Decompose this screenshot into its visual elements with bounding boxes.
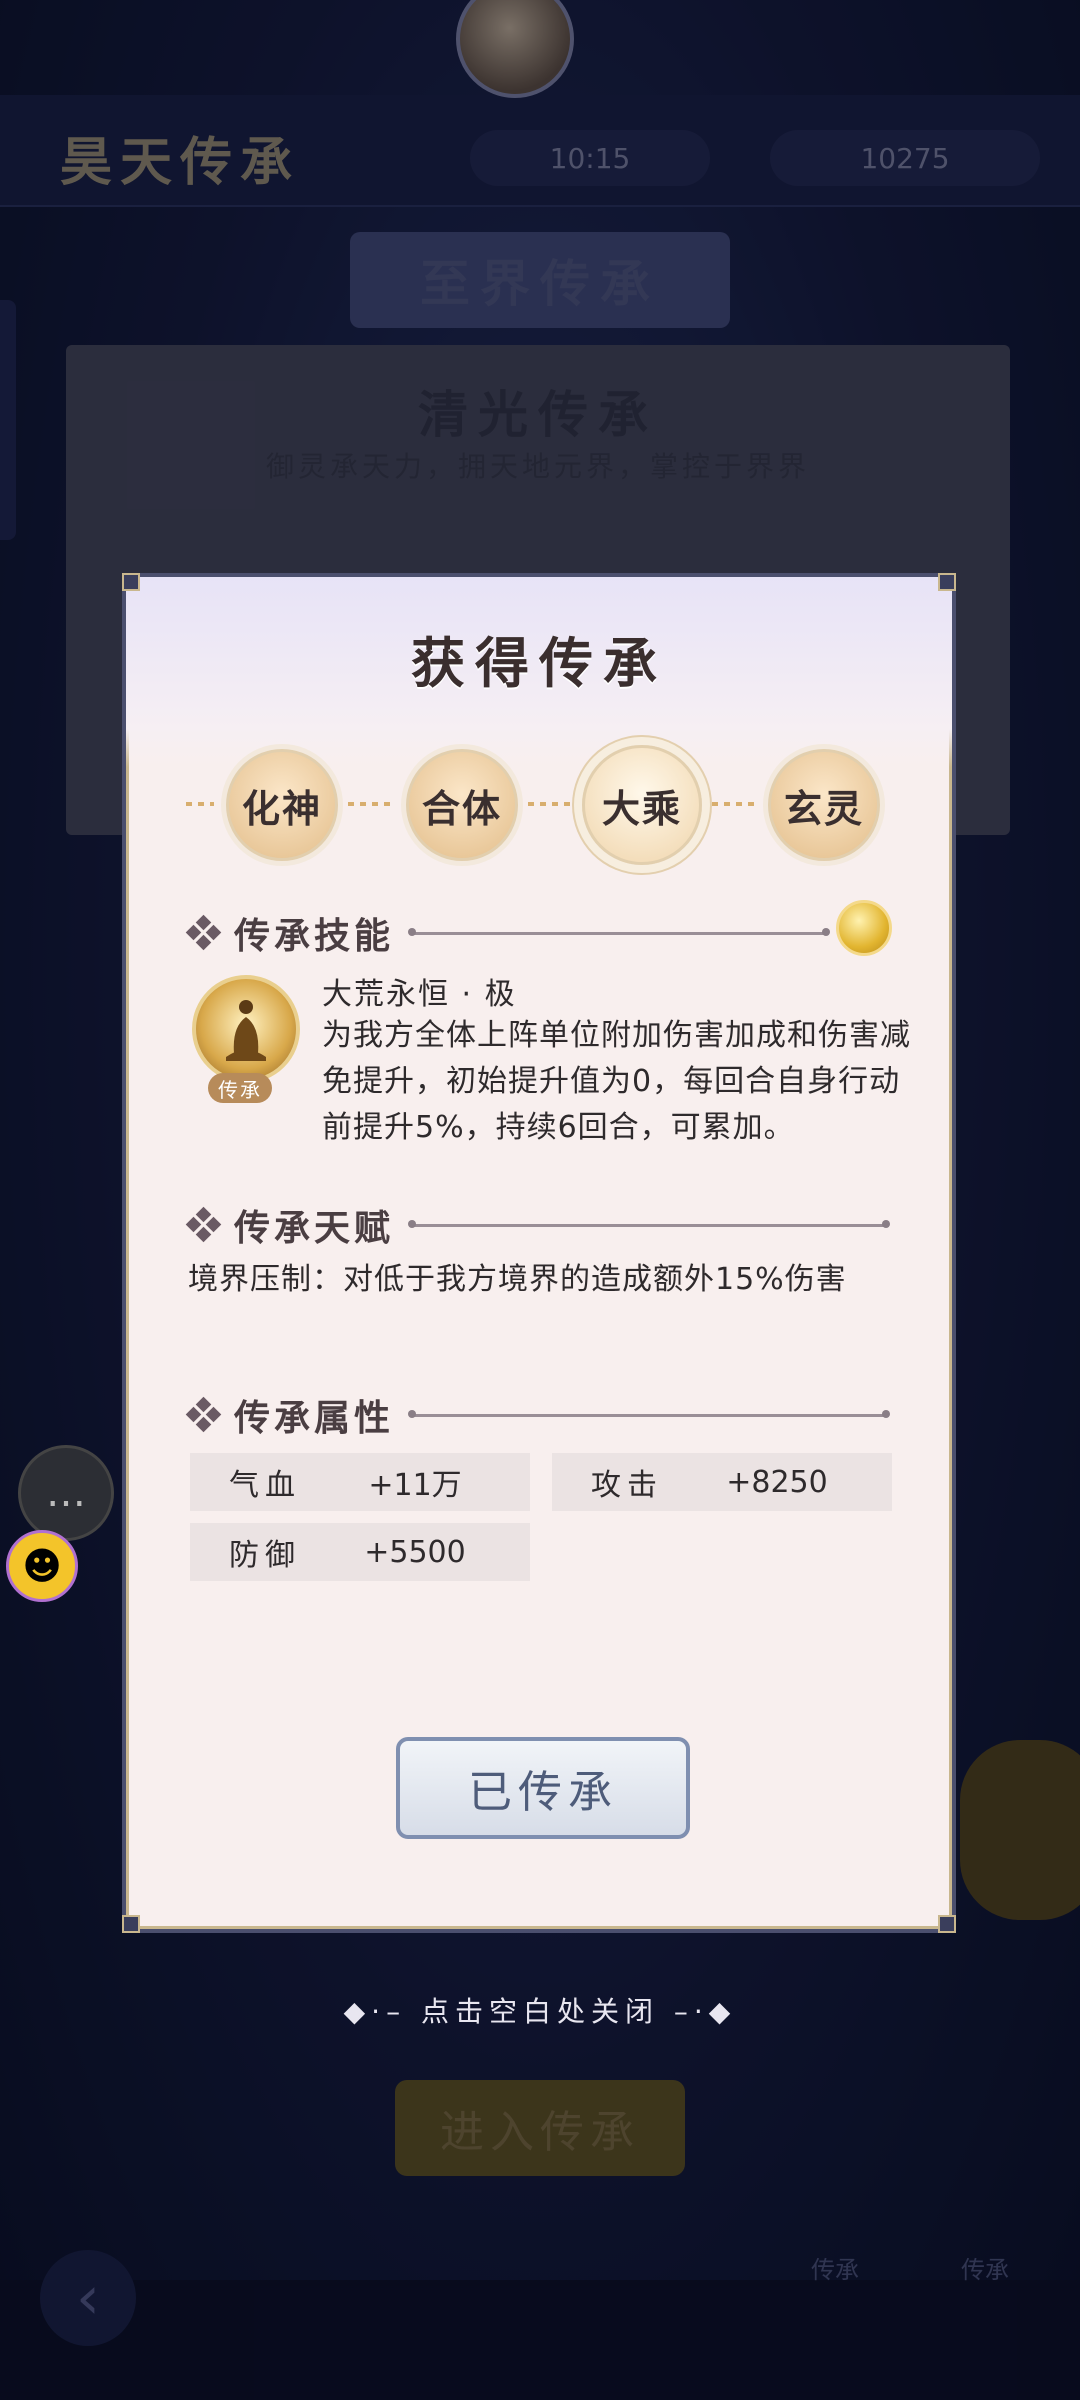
attributes-section-header: 传承属性 — [185, 1389, 890, 1441]
corner-ornament — [122, 1915, 140, 1933]
attribute-value: +5500 — [364, 1534, 466, 1570]
inheritance-modal: 获得传承 化神 合体 大乘 玄灵 传承技能 传承 大荒永恒 · 极 为我方全体上… — [122, 573, 956, 1933]
meditating-figure-icon[interactable] — [192, 975, 300, 1083]
skill-badge: 传承 — [208, 1073, 272, 1103]
attribute-row: 防御 +5500 — [190, 1523, 530, 1581]
stage-label: 大乘 — [601, 786, 682, 831]
attribute-row: 气血 +11万 — [190, 1453, 530, 1511]
section-label: 传承天赋 — [234, 1208, 395, 1249]
talent-text: 境界压制：对低于我方境界的造成额外15%伤害 — [188, 1262, 847, 1297]
attribute-name: 攻击 — [591, 1468, 663, 1503]
close-hint[interactable]: ◆·– 点击空白处关闭 –·◆ — [0, 1990, 1080, 2030]
figure-silhouette — [226, 1000, 266, 1061]
skill-name: 大荒永恒 · 极 — [322, 977, 517, 1012]
stage-connector — [348, 802, 390, 806]
stage-label: 合体 — [421, 786, 502, 831]
stage-connector — [186, 802, 214, 806]
hint-ornament-left: ◆·– — [343, 1995, 407, 2028]
modal-title: 获得传承 — [411, 632, 667, 695]
stage-label: 化神 — [241, 786, 322, 831]
skill-section-header: 传承技能 — [185, 907, 830, 959]
hint-ornament-right: –·◆ — [673, 1995, 737, 2028]
stage-label: 玄灵 — [783, 786, 864, 831]
stage-dacheng[interactable]: 大乘 — [582, 745, 702, 865]
attribute-value: +8250 — [726, 1464, 828, 1500]
stage-heti[interactable]: 合体 — [406, 749, 518, 861]
chat-bubble-icon[interactable]: … — [18, 1445, 114, 1541]
diamond-bullet-icon — [185, 1396, 222, 1433]
stage-connector — [528, 802, 570, 806]
diamond-bullet-icon — [185, 1206, 222, 1243]
stage-connector — [712, 802, 754, 806]
attribute-name: 防御 — [229, 1538, 301, 1573]
section-divider — [408, 927, 830, 936]
attribute-value: +11万 — [368, 1468, 462, 1503]
inherited-button[interactable]: 已传承 — [396, 1737, 690, 1839]
section-label: 传承技能 — [234, 916, 395, 957]
stage-xuanling[interactable]: 玄灵 — [768, 749, 880, 861]
section-divider — [408, 1409, 890, 1418]
attribute-name: 气血 — [229, 1468, 301, 1503]
corner-ornament — [938, 573, 956, 591]
corner-ornament — [122, 573, 140, 591]
corner-ornament — [938, 1915, 956, 1933]
section-divider — [408, 1219, 890, 1228]
skill-description: 为我方全体上阵单位附加伤害加成和伤害减免提升，初始提升值为0，每回合自身行动前提… — [322, 1018, 911, 1145]
attribute-row: 攻击 +8250 — [552, 1453, 892, 1511]
emoji-face-icon[interactable]: ☻ — [6, 1530, 78, 1602]
coin-icon[interactable] — [836, 900, 892, 956]
talent-section-header: 传承天赋 — [185, 1199, 890, 1251]
stage-huashen[interactable]: 化神 — [226, 749, 338, 861]
close-hint-text: 点击空白处关闭 — [420, 1995, 659, 2028]
section-label: 传承属性 — [234, 1398, 395, 1439]
diamond-bullet-icon — [185, 914, 222, 951]
